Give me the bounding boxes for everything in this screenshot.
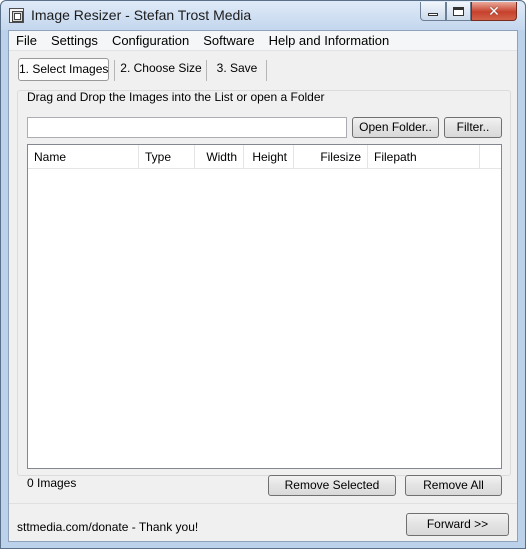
maximize-button[interactable]	[446, 2, 471, 21]
app-window-icon[interactable]	[9, 8, 24, 23]
client-area: File Settings Configuration Software Hel…	[8, 30, 518, 542]
donate-text: sttmedia.com/donate - Thank you!	[17, 520, 199, 534]
menu-bar: File Settings Configuration Software Hel…	[9, 31, 517, 51]
list-header: Name Type Width Height Filesize Filepath	[28, 145, 501, 169]
menu-settings[interactable]: Settings	[44, 31, 105, 51]
column-header-filepath[interactable]: Filepath	[368, 145, 480, 169]
column-header-type[interactable]: Type	[139, 145, 195, 169]
column-header-filesize[interactable]: Filesize	[294, 145, 368, 169]
filter-button[interactable]: Filter..	[444, 117, 502, 138]
folder-path-input[interactable]	[27, 117, 347, 138]
close-icon: ✕	[488, 3, 500, 19]
minimize-icon	[428, 12, 438, 16]
tab-divider	[206, 60, 207, 81]
column-label: Width	[206, 150, 237, 164]
remove-all-button[interactable]: Remove All	[405, 475, 502, 496]
tab-save[interactable]: 3. Save	[208, 58, 266, 81]
menu-help[interactable]: Help and Information	[262, 31, 397, 51]
forward-button[interactable]: Forward >>	[406, 513, 509, 536]
instruction-text: Drag and Drop the Images into the List o…	[27, 90, 325, 104]
remove-selected-button[interactable]: Remove Selected	[268, 475, 396, 496]
open-folder-button[interactable]: Open Folder..	[352, 117, 439, 138]
column-label: Name	[34, 150, 67, 164]
footer-divider	[9, 503, 517, 504]
column-label: Filesize	[320, 150, 361, 164]
close-button[interactable]: ✕	[471, 2, 517, 21]
window-title: Image Resizer - Stefan Trost Media	[31, 7, 252, 23]
column-header-width[interactable]: Width	[195, 145, 244, 169]
image-list[interactable]: Name Type Width Height Filesize Filepath	[27, 144, 502, 469]
tab-divider	[266, 60, 267, 81]
title-bar[interactable]: Image Resizer - Stefan Trost Media ✕	[1, 1, 525, 30]
menu-software[interactable]: Software	[196, 31, 261, 51]
tab-select-images[interactable]: 1. Select Images	[18, 58, 109, 81]
app-window: Image Resizer - Stefan Trost Media ✕ Fil…	[0, 0, 526, 549]
maximize-icon	[453, 6, 464, 16]
tab-choose-size[interactable]: 2. Choose Size	[116, 58, 206, 81]
column-label: Height	[252, 150, 287, 164]
column-header-name[interactable]: Name	[28, 145, 139, 169]
column-label: Filepath	[374, 150, 417, 164]
menu-configuration[interactable]: Configuration	[105, 31, 196, 51]
tab-divider	[114, 60, 115, 81]
minimize-button[interactable]	[420, 2, 446, 21]
image-count: 0 Images	[27, 476, 77, 490]
menu-file[interactable]: File	[9, 31, 44, 51]
column-label: Type	[145, 150, 172, 164]
column-header-height[interactable]: Height	[244, 145, 294, 169]
